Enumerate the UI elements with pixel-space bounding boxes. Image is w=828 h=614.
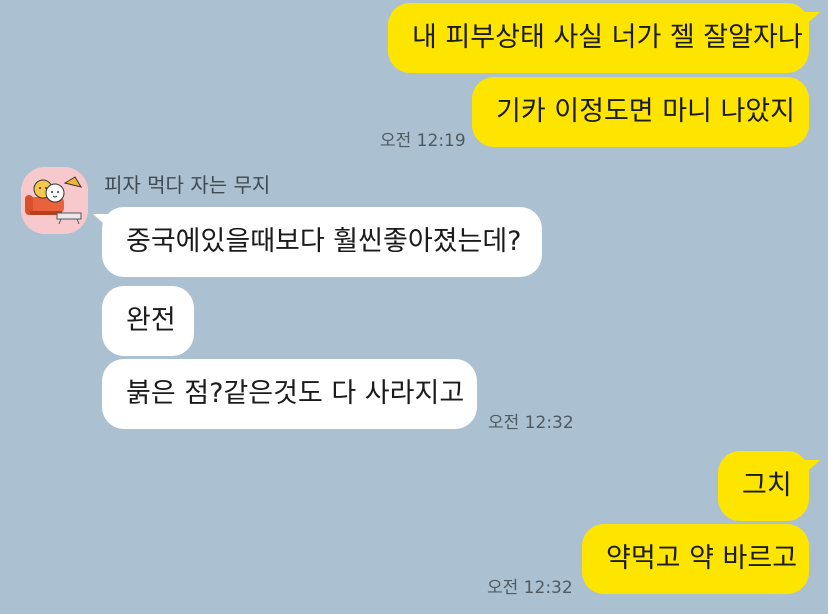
incoming-message[interactable]: 붉은 점?같은것도 다 사라지고 <box>102 359 477 429</box>
incoming-message[interactable]: 완전 <box>102 286 194 356</box>
profile-avatar[interactable] <box>21 167 88 234</box>
outgoing-message[interactable]: 내 피부상태 사실 너가 젤 잘알자나 <box>388 3 809 73</box>
outgoing-message[interactable]: 약먹고 약 바르고 <box>582 524 809 594</box>
sender-name: 피자 먹다 자는 무지 <box>104 173 271 197</box>
incoming-message[interactable]: 중국에있을때보다 훨씬좋아졌는데? <box>102 207 542 277</box>
sofa-character-icon <box>21 167 88 234</box>
message-timestamp: 오전 12:32 <box>488 413 574 433</box>
outgoing-message[interactable]: 그치 <box>718 451 809 521</box>
message-timestamp: 오전 12:19 <box>380 131 466 151</box>
outgoing-message[interactable]: 기카 이정도면 마니 나았지 <box>472 77 809 147</box>
message-timestamp: 오전 12:32 <box>487 578 573 598</box>
